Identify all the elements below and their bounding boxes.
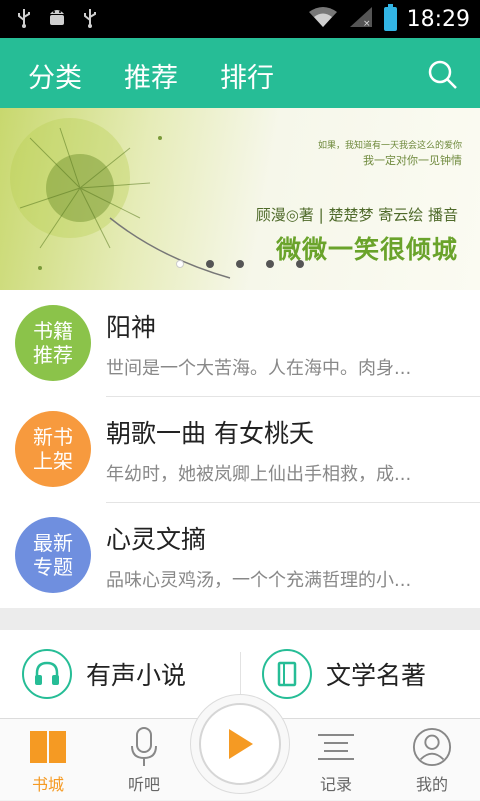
book-icon	[262, 649, 312, 699]
tab-ranking[interactable]: 排行	[220, 56, 274, 95]
nav-label: 我的	[415, 775, 448, 794]
pager-dot[interactable]	[176, 260, 184, 268]
pager-dot[interactable]	[266, 260, 274, 268]
play-button[interactable]	[199, 703, 281, 785]
item-description: 品味心灵鸡汤，一个个充满哲理的小...	[106, 570, 412, 591]
latest-topic-badge: 最新专题	[15, 517, 91, 593]
list-icon	[316, 725, 356, 769]
banner-tagline-1: 如果，我知道有一天我会这么的爱你	[317, 141, 462, 151]
headphones-icon	[22, 649, 72, 699]
category-label: 文学名著	[326, 661, 427, 690]
item-title: 阳神	[106, 313, 157, 342]
section-divider	[0, 608, 480, 630]
status-bar: × 18:29	[0, 0, 480, 38]
list-item[interactable]: 新书上架 朝歌一曲 有女桃夭 年幼时，她被岚卿上仙出手相救，成...	[0, 396, 480, 502]
banner-author: 顾漫◎著 | 楚楚梦 寄云绘 播音	[255, 206, 458, 224]
nav-bookstore[interactable]: 书城	[0, 719, 96, 801]
top-tab-bar: 分类 推荐 排行	[0, 38, 480, 112]
list-item[interactable]: 书籍推荐 阳神 世间是一个大苦海。人在海中。肉身...	[0, 290, 480, 396]
category-audio-novel[interactable]: 有声小说	[22, 630, 186, 718]
category-label: 有声小说	[86, 661, 187, 690]
pager-dot[interactable]	[296, 260, 304, 268]
microphone-icon	[124, 725, 164, 769]
nav-label: 书城	[31, 775, 64, 794]
user-icon	[412, 725, 452, 769]
tab-category[interactable]: 分类	[18, 56, 92, 112]
banner-tagline-2: 我一定对你一见钟情	[363, 154, 462, 167]
play-icon	[229, 729, 253, 759]
category-literature-classics[interactable]: 文学名著	[262, 630, 426, 718]
battery-icon	[383, 4, 397, 31]
wifi-icon	[308, 6, 338, 32]
nav-listen[interactable]: 听吧	[96, 719, 192, 801]
tab-recommend[interactable]: 推荐	[124, 56, 178, 95]
pager-dot[interactable]	[236, 260, 244, 268]
android-debug-icon	[46, 7, 68, 32]
book-recommend-badge: 书籍推荐	[15, 305, 91, 381]
new-books-badge: 新书上架	[15, 411, 91, 487]
clock: 18:29	[406, 6, 470, 32]
play-button-frame	[190, 694, 290, 794]
signal-icon: ×	[348, 5, 374, 33]
divider	[240, 652, 241, 700]
nav-label: 记录	[319, 775, 352, 794]
featured-list: 书籍推荐 阳神 世间是一个大苦海。人在海中。肉身... 新书上架 朝歌一曲 有女…	[0, 290, 480, 608]
nav-label: 听吧	[127, 775, 160, 794]
item-description: 世间是一个大苦海。人在海中。肉身...	[106, 358, 412, 379]
pager-dot[interactable]	[206, 260, 214, 268]
item-title: 朝歌一曲 有女桃夭	[106, 419, 314, 448]
list-item[interactable]: 最新专题 心灵文摘 品味心灵鸡汤，一个个充满哲理的小...	[0, 502, 480, 608]
item-title: 心灵文摘	[106, 525, 207, 554]
search-icon[interactable]	[428, 60, 458, 90]
item-description: 年幼时，她被岚卿上仙出手相救，成...	[106, 464, 412, 485]
usb-icon	[16, 8, 32, 31]
nav-mine[interactable]: 我的	[384, 719, 480, 801]
svg-text:×: ×	[363, 19, 371, 29]
usb-icon	[82, 8, 98, 31]
bookshelf-icon	[28, 725, 68, 769]
nav-records[interactable]: 记录	[288, 719, 384, 801]
banner-pager	[0, 260, 480, 268]
